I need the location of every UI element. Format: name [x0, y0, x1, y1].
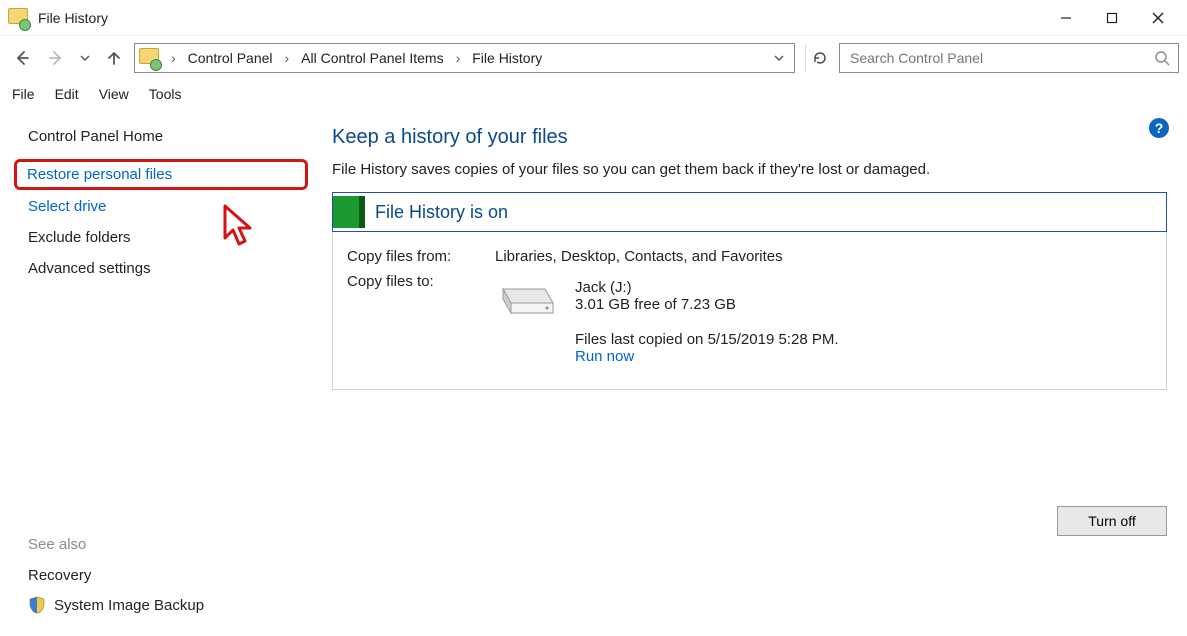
file-history-path-icon: [139, 48, 159, 68]
breadcrumb-control-panel[interactable]: Control Panel: [182, 44, 279, 72]
page-subtext: File History saves copies of your files …: [332, 161, 1167, 178]
restore-personal-files-link[interactable]: Restore personal files: [27, 166, 172, 183]
menu-file[interactable]: File: [12, 86, 35, 102]
copy-from-label: Copy files from:: [347, 248, 495, 265]
content-area: Control Panel Home Restore personal file…: [0, 108, 1187, 636]
minimize-button[interactable]: [1043, 3, 1089, 33]
see-also-label: See also: [28, 536, 308, 553]
drive-icon: [495, 279, 557, 319]
window-controls: [1043, 3, 1181, 33]
up-button[interactable]: [100, 41, 128, 75]
breadcrumb-all-items[interactable]: All Control Panel Items: [295, 44, 449, 72]
recent-dropdown-icon[interactable]: [76, 41, 94, 75]
file-history-icon: [8, 8, 28, 28]
last-copied-text: Files last copied on 5/15/2019 5:28 PM.: [575, 331, 839, 348]
select-drive-link[interactable]: Select drive: [28, 198, 308, 215]
control-panel-home-link[interactable]: Control Panel Home: [28, 128, 308, 145]
main-panel: ? Keep a history of your files File Hist…: [320, 108, 1187, 636]
search-icon[interactable]: [1154, 50, 1170, 66]
page-heading: Keep a history of your files: [332, 126, 1167, 149]
breadcrumb-file-history[interactable]: File History: [466, 44, 548, 72]
details-box: Copy files from: Libraries, Desktop, Con…: [332, 232, 1167, 390]
maximize-button[interactable]: [1089, 3, 1135, 33]
status-on-icon: [333, 196, 365, 228]
copy-to-label: Copy files to:: [347, 273, 495, 365]
help-button[interactable]: ?: [1149, 118, 1169, 138]
recovery-link[interactable]: Recovery: [28, 567, 91, 584]
chevron-right-icon[interactable]: ›: [165, 50, 182, 66]
refresh-button[interactable]: [805, 44, 833, 72]
advanced-settings-link[interactable]: Advanced settings: [28, 260, 308, 277]
address-bar[interactable]: › Control Panel › All Control Panel Item…: [134, 43, 795, 73]
title-bar: File History: [0, 0, 1187, 36]
navigation-bar: › Control Panel › All Control Panel Item…: [0, 36, 1187, 80]
menu-tools[interactable]: Tools: [149, 86, 182, 102]
drive-free-space: 3.01 GB free of 7.23 GB: [575, 296, 839, 313]
address-dropdown-icon[interactable]: [768, 50, 790, 66]
window-title: File History: [38, 10, 108, 26]
highlight-annotation: Restore personal files: [14, 159, 308, 190]
status-bar: File History is on: [332, 192, 1167, 232]
copy-from-value: Libraries, Desktop, Contacts, and Favori…: [495, 248, 783, 265]
turn-off-button[interactable]: Turn off: [1057, 506, 1167, 536]
shield-icon: [28, 596, 46, 614]
chevron-right-icon[interactable]: ›: [450, 50, 467, 66]
menu-bar: File Edit View Tools: [0, 80, 1187, 108]
chevron-right-icon[interactable]: ›: [279, 50, 296, 66]
exclude-folders-link[interactable]: Exclude folders: [28, 229, 308, 246]
system-image-backup-link[interactable]: System Image Backup: [54, 597, 204, 614]
status-text: File History is on: [375, 202, 508, 223]
sidebar: Control Panel Home Restore personal file…: [0, 108, 320, 636]
menu-edit[interactable]: Edit: [55, 86, 79, 102]
search-box[interactable]: [839, 43, 1179, 73]
drive-name: Jack (J:): [575, 279, 839, 296]
back-button[interactable]: [8, 41, 36, 75]
close-button[interactable]: [1135, 3, 1181, 33]
menu-view[interactable]: View: [99, 86, 129, 102]
run-now-link[interactable]: Run now: [575, 348, 634, 365]
forward-button[interactable]: [42, 41, 70, 75]
search-input[interactable]: [848, 49, 1170, 67]
